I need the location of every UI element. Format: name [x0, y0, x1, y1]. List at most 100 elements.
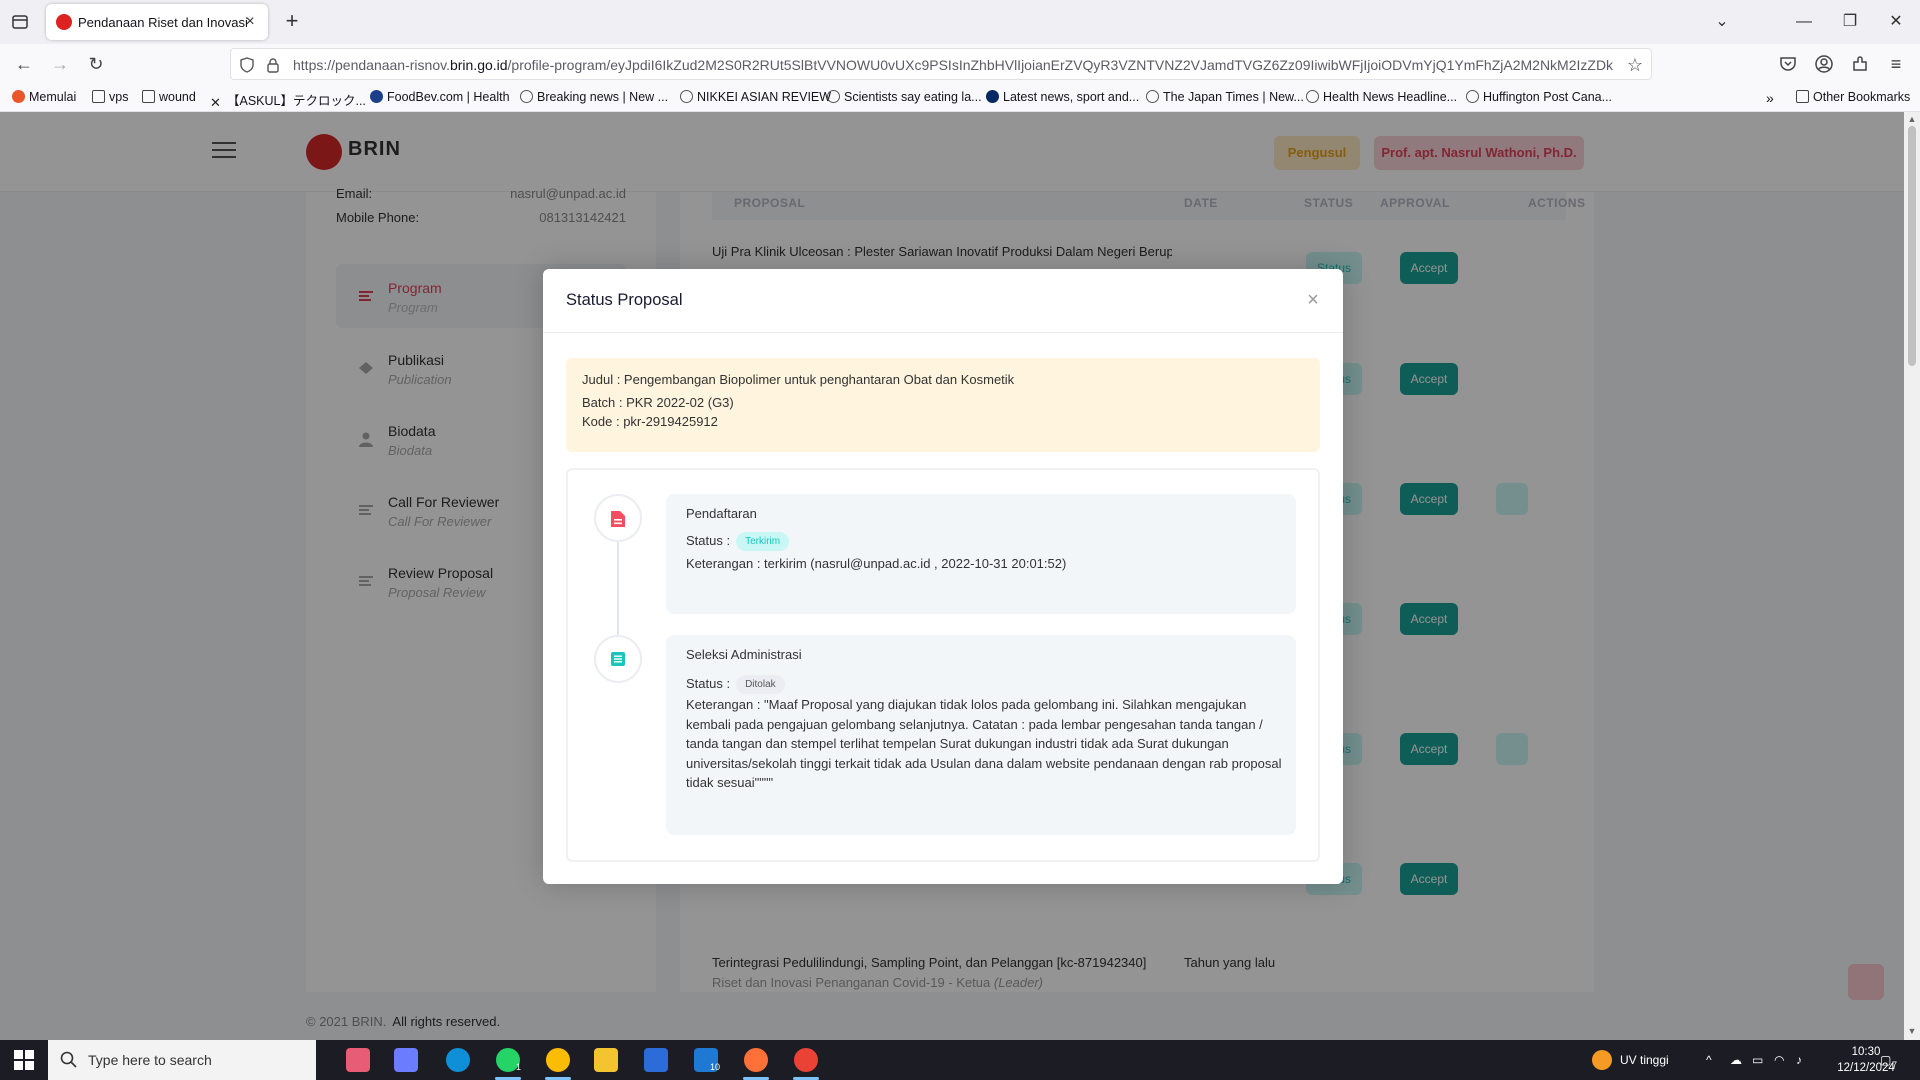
other-bookmarks[interactable]: Other Bookmarks — [1796, 90, 1910, 104]
chrome-icon[interactable] — [546, 1048, 570, 1072]
bookmark-item[interactable]: vps — [92, 90, 128, 104]
tab-overflow-chevron-icon[interactable]: ⌄ — [1710, 10, 1734, 34]
browser-tab-active[interactable]: Pendanaan Riset dan Inovasi × — [46, 4, 268, 40]
browser-tab-bar: Pendanaan Riset dan Inovasi × + ⌄ — ❐ ✕ — [0, 0, 1920, 44]
tracking-shield-icon[interactable] — [239, 57, 255, 73]
network-icon[interactable]: ◠ — [1774, 1053, 1784, 1067]
search-placeholder: Type here to search — [88, 1052, 212, 1068]
foodbev-icon — [370, 90, 383, 103]
bookmark-item[interactable]: Memulai — [12, 90, 76, 104]
status-proposal-modal: Status Proposal × Judul : Pengembangan B… — [543, 269, 1343, 884]
weather-text[interactable]: UV tinggi — [1620, 1053, 1669, 1067]
status-badge: Terkirim — [736, 532, 790, 551]
app-menu-icon[interactable]: ≡ — [1886, 54, 1906, 74]
cloud-icon[interactable]: ☁ — [1730, 1053, 1742, 1067]
bookmark-item[interactable]: The Japan Times | New... — [1146, 90, 1304, 104]
tray-overflow-icon[interactable]: ^ — [1706, 1053, 1712, 1067]
volume-icon[interactable]: ♪ — [1796, 1053, 1802, 1067]
proposal-kode: Kode : pkr-2919425912 — [582, 414, 718, 429]
task-view-icon[interactable] — [346, 1048, 370, 1072]
pocket-icon[interactable] — [1778, 54, 1798, 74]
timeline-step-title: Seleksi Administrasi — [686, 647, 802, 662]
bookmark-item[interactable]: wound — [142, 90, 196, 104]
bookmark-item[interactable]: FoodBev.com | Health — [370, 90, 510, 104]
folder-icon — [92, 90, 105, 103]
bookmark-item[interactable]: Health News Headline... — [1306, 90, 1457, 104]
brin-favicon-icon — [56, 14, 72, 30]
timeline-step-description: Keterangan : "Maaf Proposal yang diajuka… — [686, 697, 1282, 790]
firefox-icon[interactable] — [744, 1048, 768, 1072]
bookmark-item[interactable]: Breaking news | New ... — [520, 90, 668, 104]
timeline-step-pendaftaran: Pendaftaran Status : Terkirim Keterangan … — [666, 494, 1296, 614]
chrome-profile-icon[interactable] — [794, 1048, 818, 1072]
timeline-step-description: Keterangan : terkirim (nasrul@unpad.ac.i… — [686, 556, 1067, 571]
modal-title: Status Proposal — [566, 291, 683, 309]
timeline-step-status: Status : Ditolak — [686, 675, 785, 694]
restore-icon[interactable]: ❐ — [1838, 10, 1862, 34]
taskbar-search-input[interactable]: Type here to search — [48, 1040, 316, 1080]
globe-icon — [520, 90, 533, 103]
tab-title: Pendanaan Riset dan Inovasi — [78, 15, 248, 30]
windows-start-icon[interactable] — [14, 1050, 34, 1070]
timeline-step-title: Pendaftaran — [686, 506, 757, 521]
folder-icon — [142, 90, 155, 103]
new-tab-icon[interactable]: + — [280, 10, 304, 34]
guardian-icon — [986, 90, 999, 103]
bookmark-item[interactable]: ✕ 【ASKUL】テクロック... — [210, 90, 366, 109]
proposal-judul: Judul : Pengembangan Biopolimer untuk pe… — [582, 372, 1015, 387]
bookmark-star-icon[interactable]: ☆ — [1627, 55, 1643, 76]
lock-icon[interactable] — [265, 57, 281, 73]
globe-icon — [680, 90, 693, 103]
globe-icon — [1466, 90, 1479, 103]
proposal-batch: Batch : PKR 2022-02 (G3) — [582, 395, 734, 410]
globe-icon — [1306, 90, 1319, 103]
forward-arrow-icon[interactable]: → — [48, 52, 72, 76]
whatsapp-badge: 1 — [516, 1062, 522, 1072]
firefox-icon — [12, 90, 25, 103]
file-explorer-icon[interactable] — [594, 1048, 618, 1072]
timeline-step-seleksi-administrasi: Seleksi Administrasi Status : Ditolak Ket… — [666, 635, 1296, 835]
modal-header: Status Proposal × — [543, 269, 1343, 333]
window-close-icon[interactable]: ✕ — [1884, 10, 1908, 34]
bookmarks-bar: Memulai vps wound ✕ 【ASKUL】テクロック... FoodB… — [0, 84, 1920, 112]
bookmark-item[interactable]: NIKKEI ASIAN REVIEW — [680, 90, 831, 104]
minimize-icon[interactable]: — — [1792, 10, 1816, 34]
timeline-step-dot — [594, 494, 642, 542]
page-scrollbar[interactable]: ▲ ▼ — [1904, 112, 1920, 1040]
folder-icon — [1796, 90, 1809, 103]
store-icon[interactable] — [644, 1048, 668, 1072]
globe-icon — [1146, 90, 1159, 103]
edge-icon[interactable] — [446, 1048, 470, 1072]
windows-taskbar: Type here to search 1 10 UV tinggi ^ ☁ ▭… — [0, 1040, 1920, 1080]
back-arrow-icon[interactable]: ← — [12, 52, 36, 76]
bookmark-item[interactable]: Huffington Post Cana... — [1466, 90, 1612, 104]
tab-close-icon[interactable]: × — [240, 12, 260, 32]
timeline-step-status: Status : Terkirim — [686, 532, 790, 551]
scrollbar-thumb[interactable] — [1908, 126, 1916, 366]
bookmark-item[interactable]: Latest news, sport and... — [986, 90, 1139, 104]
notification-badge: 7 — [1892, 1060, 1898, 1070]
status-timeline: Pendaftaran Status : Terkirim Keterangan … — [566, 468, 1320, 862]
mail-badge: 10 — [710, 1062, 721, 1072]
browser-nav-bar: ← → ↻ https://pendanaan-risnov.brin.go.i… — [0, 44, 1920, 84]
bookmarks-overflow-icon[interactable]: » — [1766, 90, 1774, 106]
timeline-step-dot — [594, 635, 642, 683]
tab-list-icon[interactable] — [8, 10, 32, 34]
battery-icon[interactable]: ▭ — [1752, 1053, 1763, 1067]
status-badge: Ditolak — [736, 675, 785, 694]
search-icon — [60, 1051, 77, 1068]
globe-icon — [827, 90, 840, 103]
reload-icon[interactable]: ↻ — [84, 52, 108, 76]
address-bar[interactable]: https://pendanaan-risnov.brin.go.id/prof… — [230, 48, 1652, 80]
scroll-up-arrow-icon[interactable]: ▲ — [1907, 114, 1917, 124]
extensions-icon[interactable] — [1850, 54, 1870, 74]
bookmark-item[interactable]: Scientists say eating la... — [827, 90, 982, 104]
list-icon — [611, 652, 625, 666]
copilot-icon[interactable] — [394, 1048, 418, 1072]
askul-icon: ✕ — [210, 95, 221, 110]
scroll-down-arrow-icon[interactable]: ▼ — [1907, 1026, 1917, 1036]
weather-icon[interactable] — [1592, 1050, 1612, 1070]
account-icon[interactable] — [1814, 54, 1834, 74]
modal-close-icon[interactable]: × — [1303, 290, 1323, 311]
notification-icon[interactable]: ▢ — [1880, 1053, 1891, 1067]
